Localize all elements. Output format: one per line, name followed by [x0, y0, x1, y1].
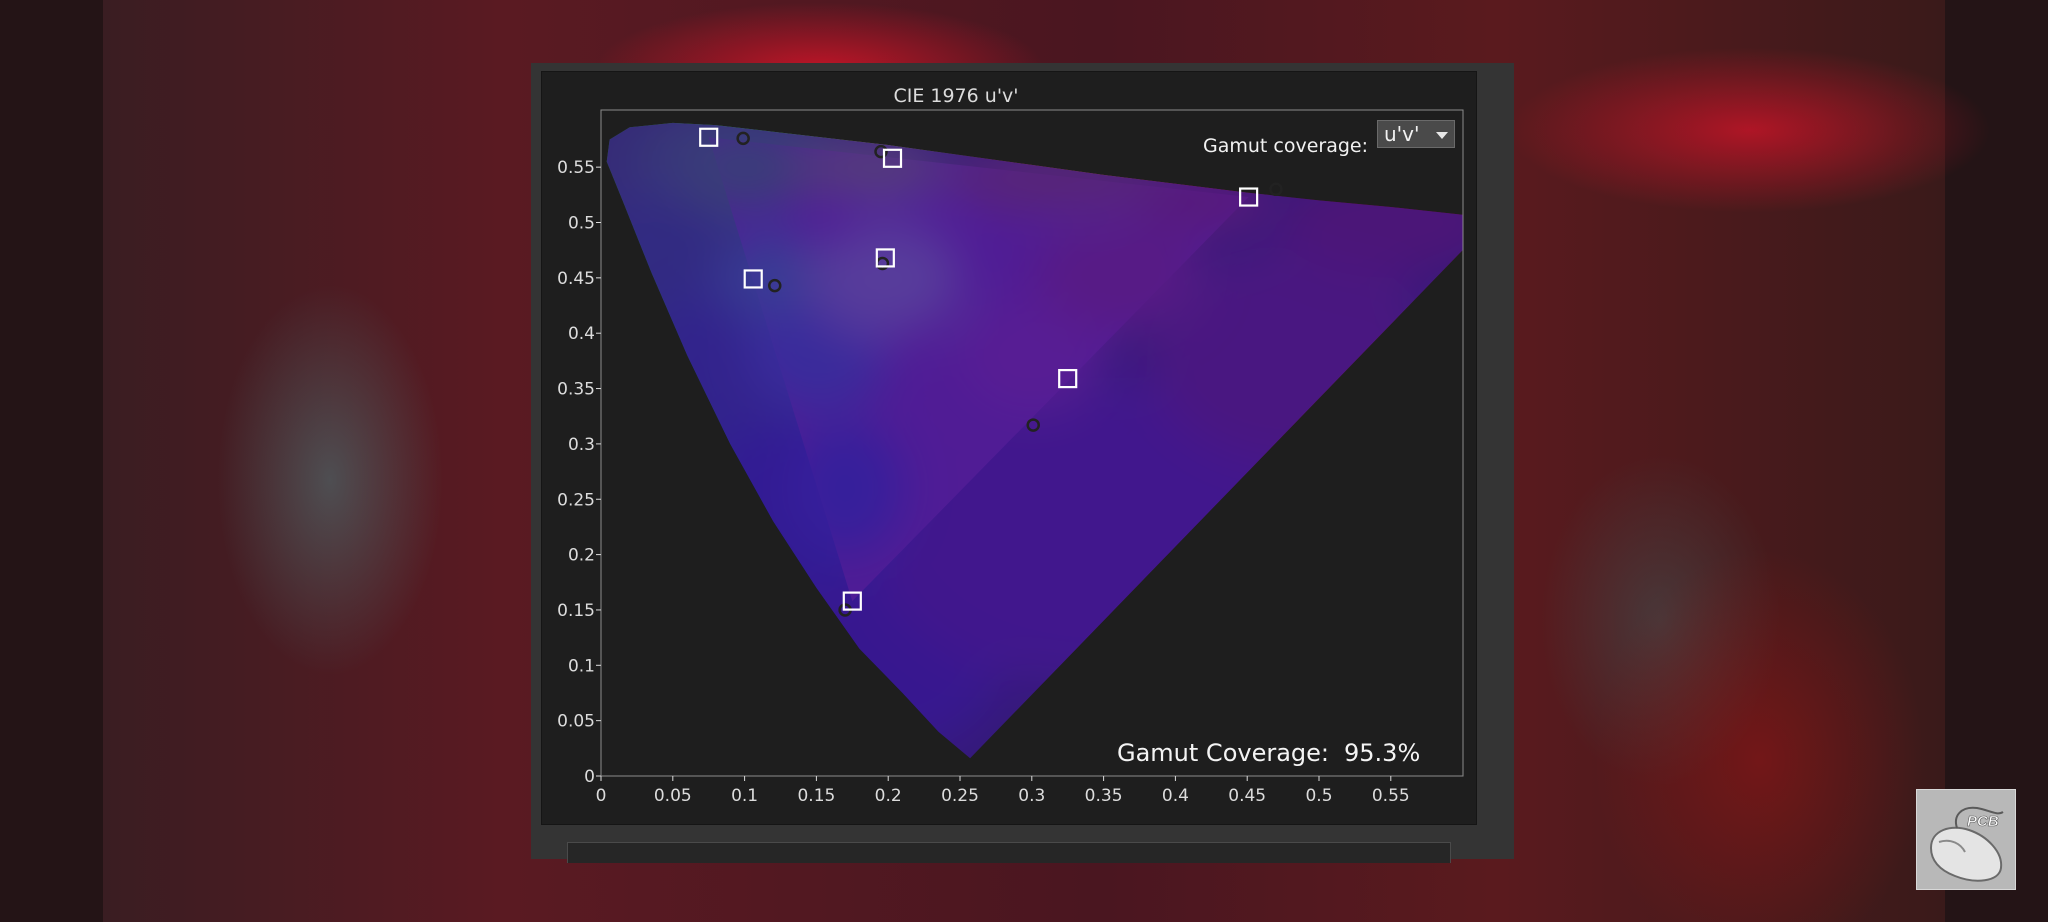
x-tick-label: 0.2: [875, 786, 902, 806]
y-tick-label: 0.35: [557, 380, 595, 400]
y-tick-label: 0.1: [568, 656, 595, 676]
y-tick-label: 0.15: [557, 601, 595, 621]
x-tick-label: 0.35: [1085, 786, 1123, 806]
y-tick-label: 0.45: [557, 269, 595, 289]
gamut-coverage-dropdown[interactable]: u'v': [1377, 120, 1455, 148]
gamut-coverage-label: Gamut coverage:: [1203, 135, 1368, 157]
pcb-logo: PCB: [1916, 789, 2016, 890]
chart-title: CIE 1976 u'v': [893, 85, 1018, 107]
cie-uv-chart: CIE 1976 u'v' 0 0.05 0.1 0.15 0.2 0.25 0.3 0.35 0…: [557, 85, 1464, 806]
gamut-dropdown-value: u'v': [1384, 122, 1420, 146]
x-tick-label: 0: [596, 786, 607, 806]
y-tick-label: 0.5: [568, 214, 595, 234]
x-tick-label: 0.4: [1162, 786, 1189, 806]
x-tick-label: 0.25: [941, 786, 979, 806]
y-tick-label: 0.4: [568, 324, 595, 344]
x-tick-label: 0.1: [731, 786, 758, 806]
x-tick-label: 0.45: [1228, 786, 1266, 806]
lower-panel: [567, 842, 1451, 863]
coverage-annotation-value: 95.3%: [1344, 739, 1420, 767]
x-tick-label: 0.3: [1018, 786, 1045, 806]
x-tick-label: 0.55: [1372, 786, 1410, 806]
x-tick-label: 0.5: [1305, 786, 1332, 806]
mouse-icon: PCB: [1929, 806, 2004, 882]
y-tick-label: 0.3: [568, 435, 595, 455]
x-tick-label: 0.15: [797, 786, 835, 806]
y-tick-label: 0.25: [557, 490, 595, 510]
y-tick-label: 0.2: [568, 546, 595, 566]
x-tick-label: 0.05: [654, 786, 692, 806]
chevron-down-icon: [1436, 132, 1448, 139]
y-tick-label: 0.55: [557, 158, 595, 178]
y-tick-label: 0.05: [557, 712, 595, 732]
logo-text: PCB: [1967, 813, 1999, 830]
chart-panel: CIE 1976 u'v' 0 0.05 0.1 0.15 0.2 0.25 0.3 0.35 0…: [541, 71, 1477, 825]
coverage-annotation-label: Gamut Coverage:: [1117, 739, 1329, 767]
y-tick-label: 0: [584, 767, 595, 787]
